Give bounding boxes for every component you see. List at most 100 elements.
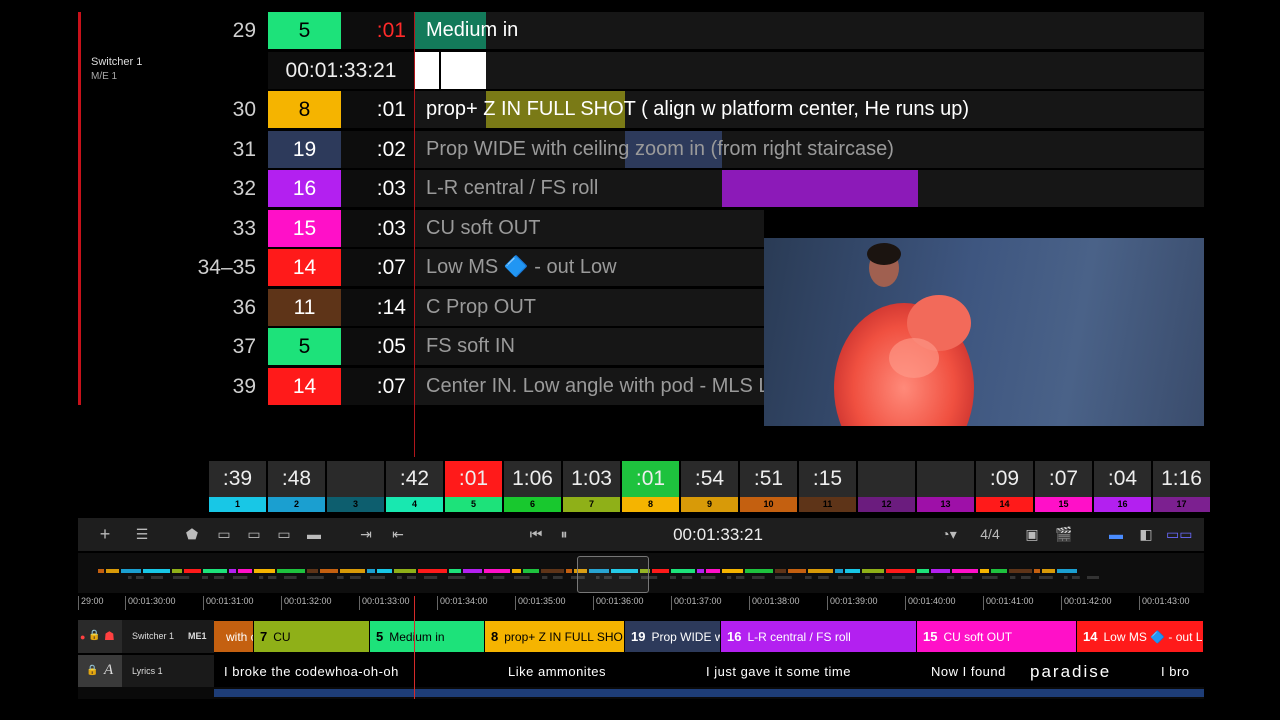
camera-tile-10[interactable]: :51 10	[740, 461, 797, 512]
overview-visible-window[interactable]	[577, 556, 649, 593]
shot-duration: :03	[341, 210, 414, 247]
camera-tile-8[interactable]: :01 8	[622, 461, 679, 512]
camera-time	[917, 461, 974, 497]
camera-tile-11[interactable]: :15 11	[799, 461, 856, 512]
camera-badge: 11	[268, 289, 341, 326]
add-icon[interactable]: +	[90, 518, 120, 551]
record-icon[interactable]: ●	[80, 632, 85, 642]
lyric-clip[interactable]: I just gave it some time	[706, 661, 851, 683]
switcher-clip[interactable]: 8 prop+ Z IN FULL SHO	[485, 621, 625, 652]
overview-segment	[449, 569, 461, 573]
switcher-clip[interactable]: 15 CU soft OUT	[917, 621, 1077, 652]
overview-segment	[407, 576, 416, 579]
lyric-clip[interactable]: Now I found	[931, 661, 1006, 683]
camera-number: 4	[386, 497, 443, 512]
camera-tile-2[interactable]: :48 2	[268, 461, 325, 512]
overview-segment	[172, 569, 182, 573]
lyric-clip[interactable]: Like ammonites	[508, 661, 606, 683]
split-icon[interactable]: ⇤	[386, 518, 410, 551]
overview-segment	[1042, 569, 1055, 573]
overview-segment	[1034, 569, 1040, 573]
monitor-icon[interactable]: ▣	[1020, 518, 1044, 551]
camera-tile-4[interactable]: :42 4	[386, 461, 443, 512]
camera-tile-14[interactable]: :09 14	[976, 461, 1033, 512]
layout-bottom-icon[interactable]: ▬	[1104, 518, 1128, 551]
overview-segment	[706, 569, 720, 573]
overview-segment	[307, 569, 318, 573]
strip-view-icon[interactable]: ▭▭	[1166, 518, 1192, 551]
bottom-clip[interactable]	[214, 689, 1204, 697]
ruler-tick: 00:01:42:00	[1061, 596, 1112, 610]
overview-segment	[775, 569, 786, 573]
shot-row[interactable]: 29 5 :01 Medium in	[180, 12, 1204, 49]
list-options-icon[interactable]: ☰	[130, 518, 154, 551]
overview-segment	[254, 569, 275, 573]
camera-time	[858, 461, 915, 497]
speed-gauge-icon[interactable]: ◔▾	[934, 518, 964, 551]
camera-number: 3	[327, 497, 384, 512]
shot-row[interactable]: 32 16 :03 L-R central / FS roll	[180, 170, 1204, 207]
switcher-icon[interactable]: ☗	[104, 629, 115, 643]
shot-row[interactable]: 30 8 :01 prop+ Z IN FULL SHOT ( align w …	[180, 91, 1204, 128]
camera-tile-6[interactable]: 1:06 6	[504, 461, 561, 512]
switcher-clip[interactable]: 19 Prop WIDE w	[625, 621, 721, 652]
switcher-clip[interactable]: 16 L-R central / FS roll	[721, 621, 917, 652]
trim-mid-icon[interactable]: ▭	[242, 518, 266, 551]
join-icon[interactable]: ⇥	[354, 518, 378, 551]
camera-tile-12[interactable]: 12	[858, 461, 915, 512]
lock-icon[interactable]: 🔒	[86, 665, 98, 676]
trim-end-icon[interactable]: ▭	[272, 518, 296, 551]
camera-tile-3[interactable]: 3	[327, 461, 384, 512]
shot-number: 29	[232, 19, 256, 42]
lock-icon[interactable]: 🔒	[88, 630, 100, 641]
shot-duration: :01	[341, 91, 414, 128]
shot-description: Medium in	[426, 19, 519, 41]
overview-segment	[865, 576, 870, 579]
overview-segment	[886, 569, 915, 573]
camera-tile-5[interactable]: :01 5	[445, 461, 502, 512]
camera-badge: 19	[268, 131, 341, 168]
overview-segment	[367, 569, 375, 573]
camera-tile-17[interactable]: 1:16 17	[1153, 461, 1210, 512]
layout-side-icon[interactable]: ◧	[1134, 518, 1158, 551]
clip-icon[interactable]: ▬	[302, 518, 326, 551]
marker-icon[interactable]: ⬟	[182, 518, 202, 551]
camera-tile-16[interactable]: :04 16	[1094, 461, 1151, 512]
timeline-ruler[interactable]: 29:00 00:01:30:00 00:01:31:00 00:01:32:00 00…	[78, 596, 1204, 614]
switcher-clip[interactable]: 14 Low MS 🔷 - out L	[1077, 621, 1204, 652]
overview-segment	[805, 576, 812, 579]
camera-number: 12	[858, 497, 915, 512]
pause-icon[interactable]: ⏸	[552, 518, 576, 551]
switcher-clip[interactable]: with ce	[214, 621, 254, 652]
shot-row[interactable]: 31 19 :02 Prop WIDE with ceiling zoom in…	[180, 131, 1204, 168]
lyric-clip[interactable]: I broke the codewhoa-oh-oh	[224, 661, 399, 683]
lyric-clip[interactable]: paradise	[1030, 661, 1111, 683]
switcher-clip[interactable]: 5 Medium in	[370, 621, 485, 652]
switcher-clip[interactable]: 7 CU	[254, 621, 370, 652]
time-signature[interactable]: 4/4	[974, 518, 1006, 551]
camera-number: 8	[622, 497, 679, 512]
shot-duration: :03	[341, 170, 414, 207]
camera-number: 10	[740, 497, 797, 512]
overview-segment	[931, 569, 950, 573]
overview-segment	[121, 569, 141, 573]
clip-label: CU soft OUT	[943, 630, 1013, 644]
camera-tile-9[interactable]: :54 9	[681, 461, 738, 512]
shot-duration: :02	[341, 131, 414, 168]
overview-segment	[370, 576, 385, 579]
skip-back-icon[interactable]: ⏮	[524, 518, 548, 551]
camera-number: 14	[976, 497, 1033, 512]
shot-description: Low MS 🔷 - out Low	[426, 256, 617, 278]
camera-tile-1[interactable]: :39 1	[209, 461, 266, 512]
timeline-playhead[interactable]	[414, 596, 415, 699]
trim-start-icon[interactable]: ▭	[212, 518, 236, 551]
ruler-tick: 00:01:35:00	[515, 596, 566, 610]
clip-camera-number: 8	[491, 629, 499, 644]
camera-tile-13[interactable]: 13	[917, 461, 974, 512]
clapper-icon[interactable]: 🎬	[1052, 518, 1076, 551]
clip-label: Medium in	[389, 630, 445, 644]
lyric-clip[interactable]: I bro	[1161, 661, 1190, 683]
camera-tile-15[interactable]: :07 15	[1035, 461, 1092, 512]
shot-description: Center IN. Low angle with pod - MLS L	[426, 375, 770, 397]
camera-tile-7[interactable]: 1:03 7	[563, 461, 620, 512]
